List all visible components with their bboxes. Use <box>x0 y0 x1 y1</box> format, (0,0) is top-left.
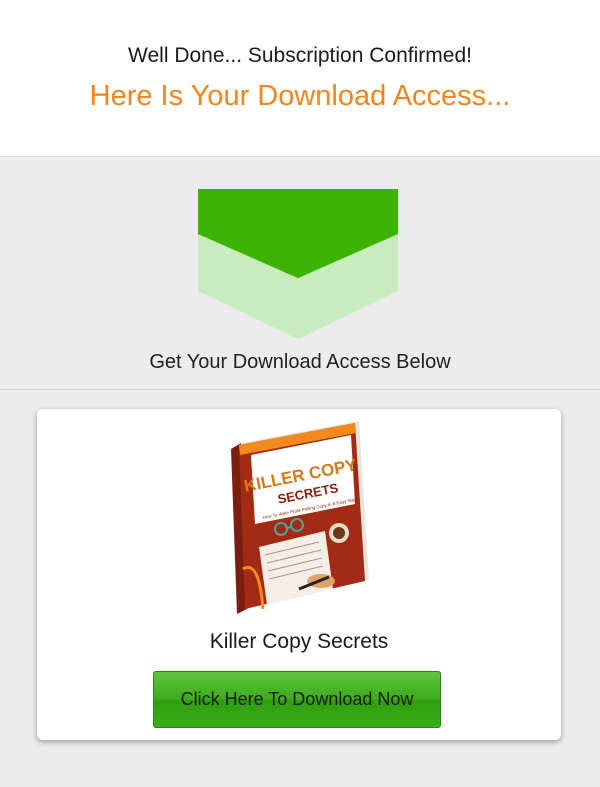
download-button[interactable]: Click Here To Download Now <box>153 671 441 728</box>
arrow-section: Get Your Download Access Below <box>0 157 600 390</box>
ebook-cover-image: KILLER COPY SECRETS How To Write Profit-… <box>231 421 369 614</box>
download-access-headline: Here Is Your Download Access... <box>89 80 511 112</box>
product-card: KILLER COPY SECRETS How To Write Profit-… <box>37 409 561 740</box>
confirmation-header: Well Done... Subscription Confirmed! Her… <box>0 0 600 157</box>
subscription-confirmed-text: Well Done... Subscription Confirmed! <box>128 44 472 67</box>
get-access-text: Get Your Download Access Below <box>149 351 451 373</box>
product-title: Killer Copy Secrets <box>209 630 389 653</box>
chevron-down-icon <box>198 189 398 339</box>
